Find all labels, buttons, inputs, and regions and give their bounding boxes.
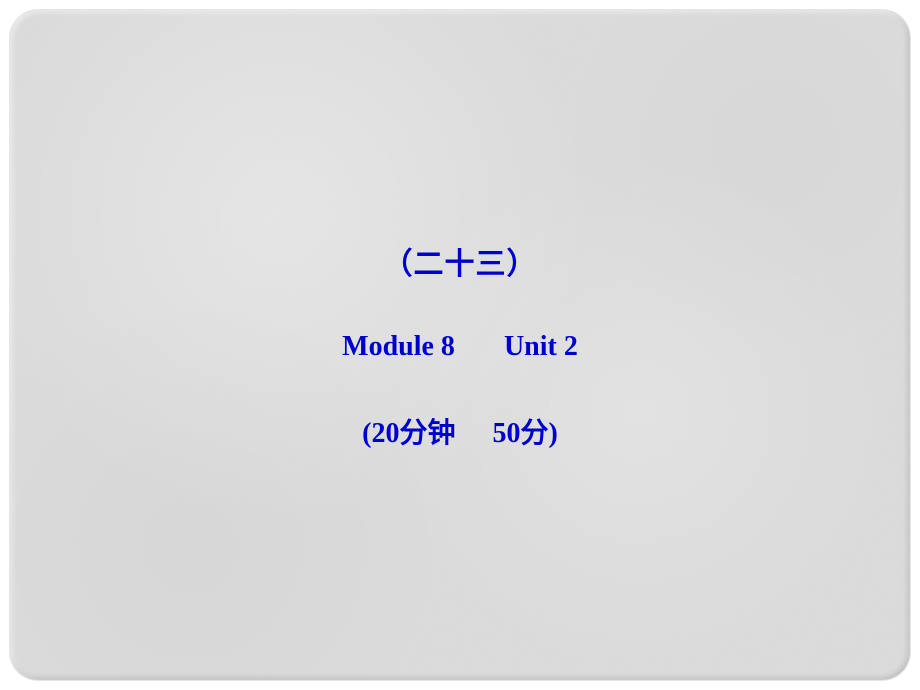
module-unit-line: Module 8 Unit 2 (342, 331, 578, 363)
slide-content: （二十三） Module 8 Unit 2 (20分钟 50分) (342, 239, 578, 451)
duration-score-line: (20分钟 50分) (342, 411, 578, 451)
module-label: Module 8 (342, 331, 455, 362)
lesson-number: （二十三） (342, 239, 578, 283)
score-label: 50分) (493, 418, 558, 449)
slide-container: （二十三） Module 8 Unit 2 (20分钟 50分) (10, 10, 910, 680)
unit-label: Unit 2 (504, 331, 578, 362)
duration-label: (20分钟 (362, 418, 455, 449)
